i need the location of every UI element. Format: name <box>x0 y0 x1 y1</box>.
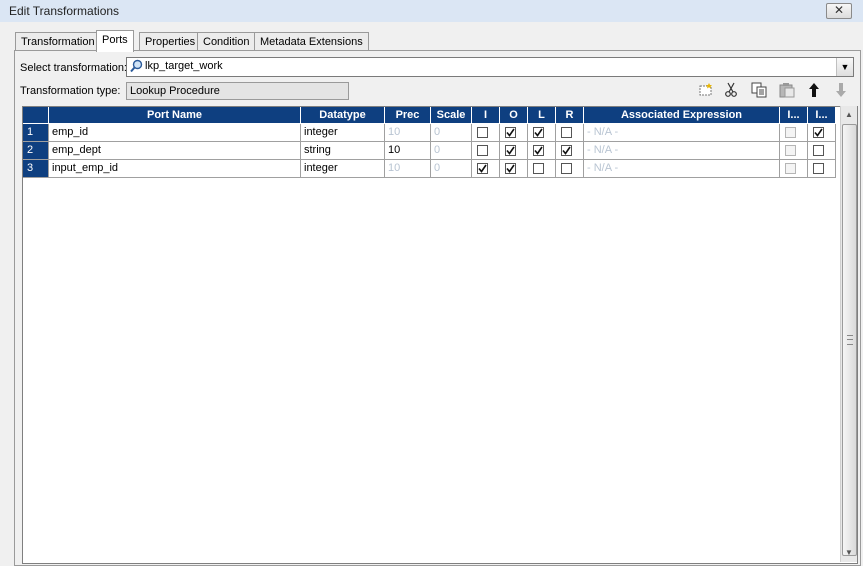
table-row[interactable]: 2 emp_dept string 10 0 - N/A - <box>23 142 836 160</box>
checkbox-cell-i <box>472 142 500 160</box>
checkbox-r[interactable] <box>561 127 572 138</box>
checkbox-c1 <box>785 127 796 138</box>
scale-cell[interactable]: 0 <box>431 124 472 142</box>
tab-condition[interactable]: Condition <box>197 32 256 51</box>
checkbox-i[interactable] <box>477 127 488 138</box>
checkbox-o[interactable] <box>505 145 516 156</box>
ports-grid: Port Name Datatype Prec Scale I O L R As… <box>22 106 858 564</box>
scale-cell[interactable]: 0 <box>431 160 472 178</box>
column-header-l[interactable]: L <box>528 107 556 123</box>
prec-cell[interactable]: 10 <box>385 142 431 160</box>
checkbox-c2[interactable] <box>813 145 824 156</box>
datatype-cell[interactable]: integer <box>301 160 385 178</box>
select-transformation-dropdown[interactable]: lkp_target_work ▼ <box>126 57 854 77</box>
checkbox-l[interactable] <box>533 145 544 156</box>
selected-transformation-value: lkp_target_work <box>145 60 223 72</box>
select-transformation-label: Select transformation: <box>20 62 127 74</box>
checkbox-cell-l <box>528 124 556 142</box>
table-row[interactable]: 3 input_emp_id integer 10 0 - N/A - <box>23 160 836 178</box>
tab-ports[interactable]: Ports <box>96 30 134 52</box>
close-button[interactable]: ✕ <box>826 3 852 19</box>
datatype-cell[interactable]: integer <box>301 124 385 142</box>
checkbox-r[interactable] <box>561 145 572 156</box>
prec-cell[interactable]: 10 <box>385 160 431 178</box>
checkbox-cell-c2 <box>808 142 836 160</box>
checkbox-c2[interactable] <box>813 163 824 174</box>
checkbox-cell-i <box>472 124 500 142</box>
checkbox-o[interactable] <box>505 127 516 138</box>
checkbox-i[interactable] <box>477 163 488 174</box>
checkbox-cell-o <box>500 160 528 178</box>
transformation-type-label: Transformation type: <box>20 85 121 97</box>
chevron-down-icon[interactable]: ▼ <box>836 58 853 76</box>
column-header-associated-expression[interactable]: Associated Expression <box>584 107 780 123</box>
checkbox-cell-r <box>556 142 584 160</box>
checkbox-cell-r <box>556 124 584 142</box>
associated-expression-cell[interactable]: - N/A - <box>584 142 780 160</box>
column-header-datatype[interactable]: Datatype <box>301 107 385 123</box>
port-name-cell[interactable]: emp_id <box>49 124 301 142</box>
column-header-extra-1[interactable]: I... <box>780 107 808 123</box>
new-port-icon[interactable] <box>697 82 715 98</box>
prec-cell[interactable]: 10 <box>385 124 431 142</box>
paste-icon[interactable] <box>778 82 796 98</box>
vertical-scrollbar[interactable]: ▲ ▼ <box>840 106 857 562</box>
title-bar: Edit Transformations ✕ <box>0 0 863 22</box>
move-up-icon[interactable] <box>805 82 823 98</box>
port-name-cell[interactable]: emp_dept <box>49 142 301 160</box>
port-name-cell[interactable]: input_emp_id <box>49 160 301 178</box>
transformation-type-value: Lookup Procedure <box>126 82 349 100</box>
column-header-scale[interactable]: Scale <box>431 107 472 123</box>
column-header-port-name[interactable]: Port Name <box>49 107 301 123</box>
column-header-prec[interactable]: Prec <box>385 107 431 123</box>
window-title: Edit Transformations <box>9 4 120 18</box>
column-header-i[interactable]: I <box>472 107 500 123</box>
scroll-thumb[interactable] <box>842 124 857 556</box>
checkbox-i[interactable] <box>477 145 488 156</box>
copy-icon[interactable] <box>750 82 768 98</box>
associated-expression-cell[interactable]: - N/A - <box>584 160 780 178</box>
lookup-transformation-icon <box>130 59 143 73</box>
row-number-cell[interactable]: 3 <box>23 160 49 178</box>
checkbox-l[interactable] <box>533 163 544 174</box>
checkbox-cell-c2 <box>808 124 836 142</box>
row-number-cell[interactable]: 2 <box>23 142 49 160</box>
tab-metadata-extensions[interactable]: Metadata Extensions <box>254 32 369 51</box>
checkbox-o[interactable] <box>505 163 516 174</box>
checkbox-r[interactable] <box>561 163 572 174</box>
scroll-up-icon[interactable]: ▲ <box>842 108 856 122</box>
checkbox-cell-c1 <box>780 142 808 160</box>
datatype-cell[interactable]: string <box>301 142 385 160</box>
checkbox-cell-c1 <box>780 124 808 142</box>
checkbox-c1 <box>785 163 796 174</box>
checkbox-cell-l <box>528 160 556 178</box>
checkbox-cell-o <box>500 142 528 160</box>
tab-transformation[interactable]: Transformation <box>15 32 101 51</box>
table-row[interactable]: 1 emp_id integer 10 0 - N/A - <box>23 124 836 142</box>
checkbox-cell-i <box>472 160 500 178</box>
checkbox-l[interactable] <box>533 127 544 138</box>
checkbox-c2[interactable] <box>813 127 824 138</box>
column-header-extra-2[interactable]: I... <box>808 107 836 123</box>
grip-icon <box>847 335 853 345</box>
column-header-o[interactable]: O <box>500 107 528 123</box>
associated-expression-cell[interactable]: - N/A - <box>584 124 780 142</box>
cut-icon[interactable] <box>722 82 740 98</box>
move-down-icon[interactable] <box>832 82 850 98</box>
checkbox-cell-c2 <box>808 160 836 178</box>
grid-corner-header[interactable] <box>23 107 49 123</box>
scale-cell[interactable]: 0 <box>431 142 472 160</box>
checkbox-cell-r <box>556 160 584 178</box>
checkbox-cell-l <box>528 142 556 160</box>
scroll-down-icon[interactable]: ▼ <box>842 546 856 560</box>
checkbox-cell-c1 <box>780 160 808 178</box>
checkbox-c1 <box>785 145 796 156</box>
column-header-r[interactable]: R <box>556 107 584 123</box>
checkbox-cell-o <box>500 124 528 142</box>
row-number-cell[interactable]: 1 <box>23 124 49 142</box>
tab-properties[interactable]: Properties <box>139 32 202 51</box>
